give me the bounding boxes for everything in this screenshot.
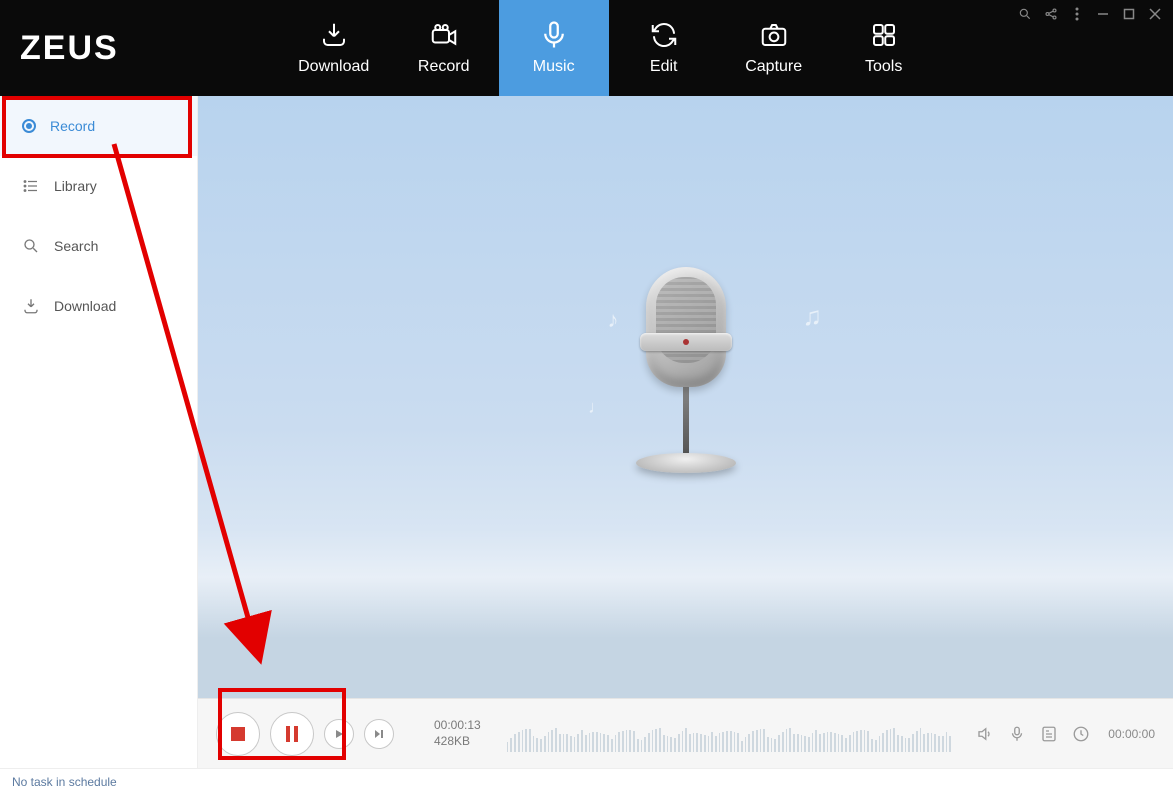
recording-info: 00:00:13 428KB	[434, 718, 481, 749]
sidebar-item-search[interactable]: Search	[0, 216, 197, 276]
download-icon	[22, 297, 40, 315]
tab-label: Record	[418, 58, 470, 76]
list-icon	[22, 177, 40, 195]
next-button[interactable]	[364, 719, 394, 749]
refresh-icon	[649, 20, 679, 50]
music-note-icon: ♩	[588, 397, 606, 418]
output-settings-icon[interactable]	[1040, 725, 1058, 743]
more-icon[interactable]	[1069, 6, 1085, 22]
content: ♪ ♫ ♩ 00:00:13 428KB	[198, 96, 1173, 768]
sidebar-item-label: Search	[54, 238, 98, 254]
search-icon	[22, 237, 40, 255]
sidebar-item-label: Library	[54, 178, 97, 194]
right-icons: 00:00:00	[976, 725, 1155, 743]
control-bar: 00:00:13 428KB 00:00:00	[198, 698, 1173, 768]
app-logo: ZEUS	[0, 0, 139, 96]
music-note-icon: ♪	[608, 307, 619, 333]
top-bar: ZEUS Download Record Music Edit Capture …	[0, 0, 1173, 96]
mic-base	[636, 453, 736, 473]
close-button[interactable]	[1147, 6, 1163, 22]
window-controls	[1017, 6, 1163, 22]
recording-canvas: ♪ ♫ ♩	[198, 96, 1173, 698]
microphone-illustration	[626, 267, 746, 497]
tab-capture[interactable]: Capture	[719, 0, 829, 96]
play-button[interactable]	[324, 719, 354, 749]
top-nav: Download Record Music Edit Capture Tools	[279, 0, 939, 96]
sidebar-item-label: Download	[54, 298, 116, 314]
camera-icon	[759, 20, 789, 50]
mic-settings-icon[interactable]	[1008, 725, 1026, 743]
tab-label: Download	[298, 58, 369, 76]
maximize-button[interactable]	[1121, 6, 1137, 22]
body: Record Library Search Download ♪ ♫ ♩	[0, 96, 1173, 768]
sidebar-item-record[interactable]: Record	[0, 96, 197, 156]
sidebar: Record Library Search Download	[0, 96, 198, 768]
tab-label: Capture	[745, 58, 802, 76]
tab-label: Tools	[865, 58, 902, 76]
minimize-button[interactable]	[1095, 6, 1111, 22]
tab-record[interactable]: Record	[389, 0, 499, 96]
file-size: 428KB	[434, 734, 481, 750]
tab-tools[interactable]: Tools	[829, 0, 939, 96]
status-bar: No task in schedule	[0, 768, 1173, 794]
stop-button[interactable]	[216, 712, 260, 756]
tab-download[interactable]: Download	[279, 0, 389, 96]
sidebar-item-library[interactable]: Library	[0, 156, 197, 216]
share-icon[interactable]	[1043, 6, 1059, 22]
tab-edit[interactable]: Edit	[609, 0, 719, 96]
sidebar-item-download[interactable]: Download	[0, 276, 197, 336]
sidebar-item-label: Record	[50, 118, 95, 134]
tab-music[interactable]: Music	[499, 0, 609, 96]
status-text: No task in schedule	[12, 775, 117, 789]
search-icon[interactable]	[1017, 6, 1033, 22]
elapsed-time: 00:00:13	[434, 718, 481, 734]
tab-label: Edit	[650, 58, 678, 76]
microphone-icon	[539, 20, 569, 50]
schedule-icon[interactable]	[1072, 725, 1090, 743]
download-icon	[319, 20, 349, 50]
tab-label: Music	[533, 58, 575, 76]
waveform-display	[507, 716, 951, 752]
video-camera-icon	[429, 20, 459, 50]
pause-button[interactable]	[270, 712, 314, 756]
mic-pole	[683, 383, 689, 453]
total-time: 00:00:00	[1108, 727, 1155, 741]
grid-icon	[869, 20, 899, 50]
volume-icon[interactable]	[976, 725, 994, 743]
mic-head	[646, 267, 726, 387]
record-radio-icon	[22, 119, 36, 133]
music-note-icon: ♫	[803, 301, 823, 332]
